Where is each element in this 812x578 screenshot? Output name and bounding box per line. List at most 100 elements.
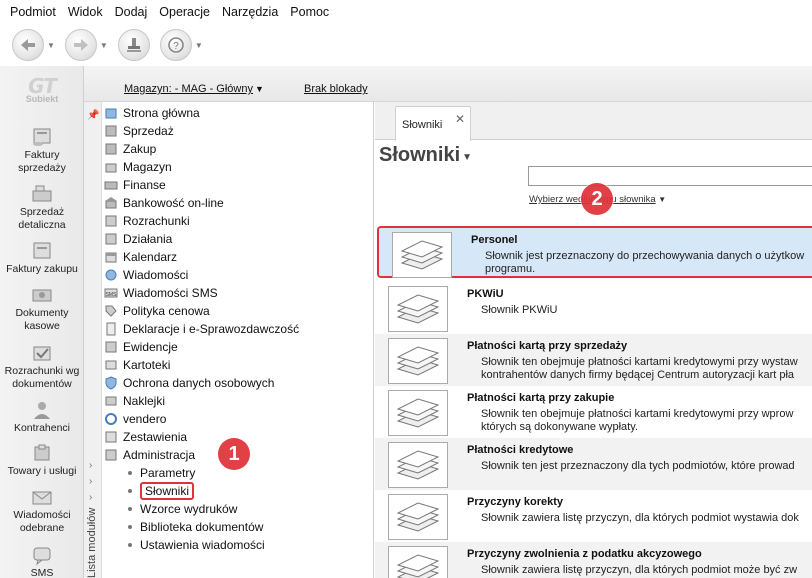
menu-dodaj[interactable]: Dodaj [109,5,154,19]
menu-widok[interactable]: Widok [62,5,109,19]
dictionary-row-platnosci-zakup[interactable]: Płatności kartą przy zakupie Słownik ten… [375,386,812,438]
tree-item-kartoteki[interactable]: Kartoteki [104,356,170,374]
chevron-down-icon[interactable]: ▼ [195,41,203,50]
tree-item-magazyn[interactable]: Magazyn [104,158,172,176]
module-label: Rozrachunki wg dokumentów [4,365,80,390]
tree-item-finanse[interactable]: Finanse [104,176,166,194]
label-icon [105,396,117,406]
back-button[interactable]: ▼ [12,29,55,61]
sub-item-label: Wzorce wydruków [140,502,238,516]
tree-item-rozrachunki[interactable]: Rozrachunki [104,212,190,230]
tree-item-bankowosc[interactable]: Bankowość on-line [104,194,224,212]
menu-podmiot[interactable]: Podmiot [4,5,62,19]
module-sms[interactable]: SMS [0,544,84,578]
dictionary-title: Płatności kartą przy zakupie [467,392,615,404]
module-towary[interactable]: Towary i usługi [0,442,84,478]
module-faktury-zakupu[interactable]: Faktury zakupu [0,240,84,276]
sub-item-slowniki[interactable]: Słowniki [128,482,195,500]
bullet [128,507,132,511]
chevron-right-icon[interactable]: › [89,460,92,471]
admin-icon [105,449,117,461]
chevron-down-icon[interactable]: ▼ [47,41,55,50]
tree-item-label: Kalendarz [123,250,178,264]
menu-narzedzia[interactable]: Narzędzia [216,5,284,19]
tree-item-naklejki[interactable]: Naklejki [104,392,165,410]
tree-item-label: Ewidencje [123,340,178,354]
sub-item-parametry[interactable]: Parametry [128,464,195,482]
tree-item-administracja[interactable]: Administracja [104,446,195,464]
dictionary-description: Słownik ten obejmuje płatności kartami k… [481,356,798,382]
chevron-right-icon[interactable]: › [89,476,92,487]
caret-down-icon: ▼ [254,84,264,94]
tree-item-polityka-cenowa[interactable]: Polityka cenowa [104,302,210,320]
sub-item-label-selected: Słowniki [140,482,195,500]
warehouse-selector[interactable]: Magazyn: - MAG - Główny ▼ [124,83,264,95]
lock-status-link[interactable]: Brak blokady [304,83,368,95]
tree-item-kalendarz[interactable]: Kalendarz [104,248,177,266]
menu-pomoc[interactable]: Pomoc [284,5,335,19]
tree-item-vendero[interactable]: vendero [104,410,166,428]
dictionary-row-platnosci-kredytowe[interactable]: Płatności kredytowe Słownik ten jest prz… [375,438,812,490]
dictionary-book-icon [388,546,448,578]
sub-item-label: Parametry [140,466,196,480]
tree-item-wiadomosci[interactable]: Wiadomości [104,266,188,284]
search-input[interactable] [528,166,812,186]
module-kontrahenci[interactable]: Kontrahenci [0,399,84,435]
tree-item-sprzedaz[interactable]: Sprzedaż [104,122,174,140]
dictionary-row-personel[interactable]: Personel Słownik jest przeznaczony do pr… [377,226,812,278]
close-icon[interactable]: ✕ [455,112,465,126]
dictionary-row-pkwiu[interactable]: PKWiU Słownik PKWiU [375,282,812,334]
caret-down-icon: ▼ [462,152,473,163]
tree-item-deklaracje[interactable]: Deklaracje i e-Sprawozdawczość [104,320,299,338]
card-index-icon [105,360,117,370]
module-tree-panel: 📌 › › › Lista modułów Strona główna Sprz… [84,102,374,578]
module-dokumenty-kasowe[interactable]: Dokumenty kasowe [0,284,84,333]
settlement-icon [33,346,51,361]
dictionary-title: Przyczyny korekty [467,496,563,508]
dictionary-row-platnosci-sprzedaz[interactable]: Płatności kartą przy sprzedaży Słownik t… [375,334,812,386]
app-logo: GT Subiekt [18,74,66,114]
cash-document-icon [32,289,52,302]
annotation-badge-1: 1 [218,438,250,470]
calendar-icon [105,252,117,263]
module-faktury-sprzedazy[interactable]: Faktury sprzedaży [0,126,84,175]
tree-item-label: Działania [123,232,173,246]
chevron-down-icon[interactable]: ▼ [100,41,108,50]
module-sprzedaz-detaliczna[interactable]: Sprzedaż detaliczna [0,183,84,232]
person-icon [34,402,50,419]
tree-item-zakup[interactable]: Zakup [104,140,156,158]
tree-item-dzialania[interactable]: Działania [104,230,172,248]
tree-item-label: Naklejki [123,394,166,408]
page-title[interactable]: Słowniki ▼ [379,144,472,167]
sales-icon [105,125,117,137]
dictionary-row-przyczyny-korekty[interactable]: Przyczyny korekty Słownik zawiera listę … [375,490,812,542]
dictionary-description: Słownik PKWiU [481,304,557,317]
tree-item-wiadomosci-sms[interactable]: SMS Wiadomości SMS [104,284,218,302]
purchase-invoice-icon [33,242,51,259]
tree-item-zestawienia[interactable]: Zestawienia [104,428,187,446]
envelope-icon [32,491,52,505]
stamp-button[interactable] [117,29,150,61]
dictionary-book-icon [388,286,448,332]
menu-operacje[interactable]: Operacje [153,5,216,19]
tab-slowniki[interactable]: Słowniki ✕ [395,106,471,141]
tree-item-label: Strona główna [123,106,200,120]
warehouse-label: Magazyn: - MAG - Główny [124,83,253,95]
help-button[interactable]: ? ▼ [159,29,203,61]
sub-item-biblioteka[interactable]: Biblioteka dokumentów [128,518,263,536]
dictionary-book-icon [388,494,448,540]
module-rozrachunki[interactable]: Rozrachunki wg dokumentów [0,342,84,391]
tab-label: Słowniki [402,119,443,131]
sub-item-label: Ustawienia wiadomości [140,538,265,552]
pin-icon[interactable]: 📌 [87,110,99,121]
dictionary-row-przyczyny-zwolnienia[interactable]: Przyczyny zwolnienia z podatku akcyzoweg… [375,542,812,578]
price-tag-icon [105,305,117,317]
forward-button[interactable]: ▼ [64,29,108,61]
tree-item-ewidencje[interactable]: Ewidencje [104,338,178,356]
message-icon [105,269,117,281]
sub-item-ustawienia-wiadomosci[interactable]: Ustawienia wiadomości [128,536,265,554]
tree-item-ochrona-danych[interactable]: Ochrona danych osobowych [104,374,274,392]
sub-item-wzorce-wydrukow[interactable]: Wzorce wydruków [128,500,237,518]
module-wiadomosci-odebrane[interactable]: Wiadomości odebrane [0,486,84,535]
tree-item-strona-glowna[interactable]: Strona główna [104,104,200,122]
